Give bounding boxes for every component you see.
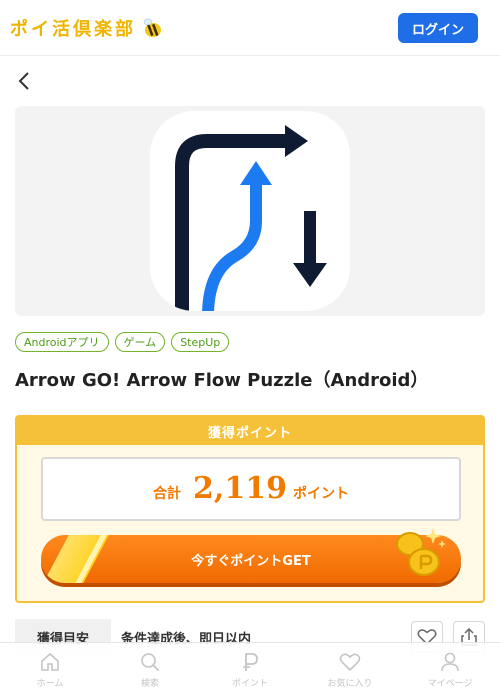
page-title: Arrow GO! Arrow Flow Puzzle（Android） [15, 370, 429, 391]
nav-search[interactable]: 検索 [100, 643, 200, 700]
coins-icon [396, 528, 446, 576]
login-button[interactable]: ログイン [398, 13, 478, 43]
nav-mypage-label: マイページ [427, 679, 473, 689]
site-logo[interactable]: ポイ活倶楽部 [10, 15, 164, 41]
nav-mypage[interactable]: マイページ [400, 643, 500, 700]
app-hero-image [15, 106, 485, 316]
home-icon [41, 652, 59, 671]
user-icon [441, 652, 459, 672]
nav-favorites[interactable]: お気に入り [300, 643, 400, 700]
header: ポイ活倶楽部 ログイン [0, 0, 500, 56]
total-points-box: 合計 2,119 ポイント [41, 457, 461, 521]
logo-text: ポイ活倶楽部 [10, 19, 136, 40]
tag-list: Androidアプリ ゲーム StepUp [15, 332, 230, 352]
nav-points-label: ポイント [231, 679, 268, 689]
bottom-navigation: ホーム 検索 ポイント お気に入り マイページ [0, 642, 500, 700]
arrow-puzzle-logo-icon [175, 125, 327, 311]
nav-points[interactable]: ポイント [200, 643, 300, 700]
app-icon [150, 111, 350, 311]
total-points-value: 2,119 [193, 471, 287, 506]
nav-home[interactable]: ホーム [0, 643, 100, 700]
nav-home-label: ホーム [36, 679, 64, 689]
back-button[interactable] [12, 68, 36, 94]
get-points-label: 今すぐポイントGET [191, 553, 311, 569]
nav-favorites-label: お気に入り [327, 679, 373, 689]
nav-search-label: 検索 [140, 679, 159, 689]
points-heading: 獲得ポイント [17, 417, 483, 445]
tag-game[interactable]: ゲーム [114, 332, 166, 352]
tag-android-app[interactable]: Androidアプリ [15, 332, 109, 352]
tag-stepup[interactable]: StepUp [171, 332, 230, 352]
total-label: 合計 [153, 486, 182, 502]
search-icon [141, 653, 160, 672]
heart-icon [339, 653, 361, 672]
bee-mascot-icon [143, 18, 161, 37]
point-icon [243, 653, 258, 671]
chevron-left-icon [18, 72, 29, 90]
total-points-unit: ポイント [292, 486, 349, 502]
